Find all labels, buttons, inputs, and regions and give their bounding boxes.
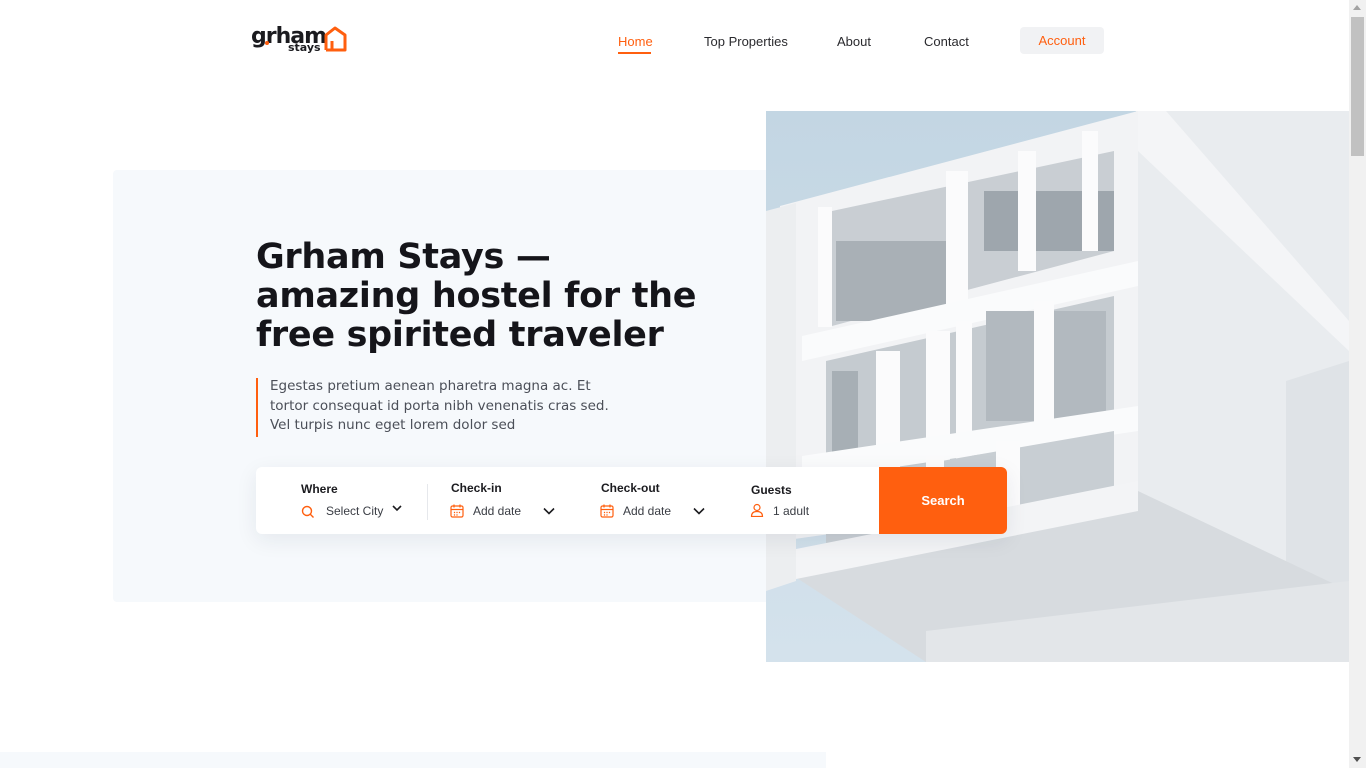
- hero-description: Egestas pretium aenean pharetra magna ac…: [270, 378, 609, 434]
- hero-title-line-1: Grham Stays —: [256, 237, 551, 277]
- chevron-down-icon[interactable]: [543, 507, 555, 515]
- guests-label: Guests: [751, 483, 792, 497]
- next-section-panel: [0, 752, 826, 768]
- nav-contact[interactable]: Contact: [924, 34, 969, 49]
- city-select[interactable]: Select City: [326, 504, 383, 518]
- logo-subword: stays: [288, 41, 321, 54]
- brand-logo[interactable]: grham stays: [251, 24, 351, 60]
- account-button[interactable]: Account: [1020, 27, 1104, 54]
- description-accent-bar: [256, 378, 258, 437]
- checkout-date-input[interactable]: Add date: [623, 504, 671, 518]
- logo-dot: [265, 41, 269, 45]
- nav-home[interactable]: Home: [618, 34, 653, 49]
- chevron-down-icon[interactable]: [693, 507, 705, 515]
- nav-top-properties[interactable]: Top Properties: [704, 34, 788, 49]
- nav-active-indicator: [618, 52, 651, 54]
- search-button[interactable]: Search: [879, 467, 1007, 534]
- nav-about[interactable]: About: [837, 34, 871, 49]
- field-divider: [427, 484, 428, 520]
- checkin-label: Check-in: [451, 481, 502, 495]
- hero-building-image: [766, 111, 1349, 662]
- scroll-thumb[interactable]: [1351, 17, 1364, 156]
- where-label: Where: [301, 482, 338, 496]
- search-icon: [301, 505, 314, 518]
- building-illustration: [766, 111, 1349, 662]
- house-icon: [324, 26, 347, 52]
- scroll-up-icon[interactable]: [1353, 5, 1361, 10]
- calendar-icon: [600, 504, 614, 518]
- user-icon: [750, 503, 764, 517]
- hero-title-line-3: free spirited traveler: [256, 315, 664, 355]
- calendar-icon: [450, 504, 464, 518]
- checkout-label: Check-out: [601, 481, 660, 495]
- scroll-down-icon[interactable]: [1353, 757, 1361, 762]
- hero-title: Grham Stays — amazing hostel for the fre…: [256, 238, 726, 355]
- chevron-down-icon[interactable]: [391, 504, 403, 512]
- guests-input[interactable]: 1 adult: [773, 504, 809, 518]
- checkin-date-input[interactable]: Add date: [473, 504, 521, 518]
- hero-title-line-2: amazing hostel for the: [256, 276, 697, 316]
